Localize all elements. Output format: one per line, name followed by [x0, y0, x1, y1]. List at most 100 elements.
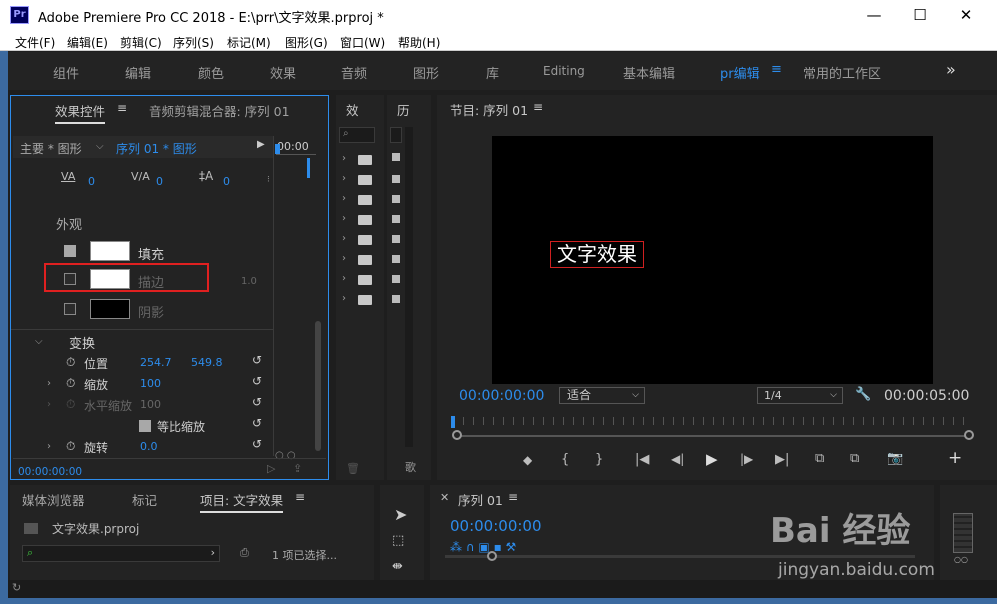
playhead-marker[interactable]: [275, 144, 280, 154]
workspace-overflow-icon[interactable]: »: [946, 60, 956, 79]
step-forward-icon[interactable]: |▶: [740, 452, 753, 466]
minimize-button[interactable]: —: [851, 0, 897, 31]
workspace-tab[interactable]: 组件: [53, 63, 79, 82]
lift-icon[interactable]: ⧉: [815, 451, 824, 466]
folder-icon[interactable]: [358, 175, 372, 185]
master-clip-label[interactable]: 主要 * 图形: [20, 140, 82, 157]
add-button-icon[interactable]: +: [948, 448, 962, 468]
chevron-right-icon[interactable]: ›: [342, 273, 346, 284]
chevron-right-icon[interactable]: ›: [342, 213, 346, 224]
trash-icon[interactable]: 🗑: [346, 462, 360, 475]
workspace-tab[interactable]: 基本编辑: [623, 63, 675, 82]
workspace-tab[interactable]: 颜色: [198, 63, 224, 82]
folder-icon[interactable]: [358, 275, 372, 285]
history-item-icon[interactable]: [392, 175, 400, 183]
wrench-icon[interactable]: 🔧: [855, 387, 871, 402]
menu-graphics[interactable]: 图形(G): [285, 34, 328, 51]
workspace-tab[interactable]: 图形: [413, 63, 439, 82]
reset-icon[interactable]: ↺: [252, 395, 262, 409]
workspace-tab[interactable]: Editing: [543, 64, 585, 78]
workspace-tab-active[interactable]: pr编辑: [720, 63, 760, 82]
stopwatch-icon[interactable]: ⏱: [66, 439, 75, 454]
reset-icon[interactable]: ↺: [252, 416, 262, 430]
history-item-icon[interactable]: [392, 215, 400, 223]
extract-icon[interactable]: ⧉: [850, 451, 859, 466]
mark-out-icon[interactable]: }: [595, 452, 603, 467]
program-monitor-title[interactable]: 节目: 序列 01: [450, 100, 528, 119]
folder-icon[interactable]: [358, 255, 372, 265]
uniform-scale-checkbox[interactable]: [139, 420, 151, 432]
project-search-input[interactable]: ⌕ ›: [22, 545, 220, 562]
workspace-tab[interactable]: 编辑: [125, 63, 151, 82]
zoom-handle-left[interactable]: [452, 430, 462, 440]
camera-icon[interactable]: 📷: [887, 451, 903, 466]
effects-tab[interactable]: 效: [346, 100, 359, 119]
more-dots-icon[interactable]: ⁝: [267, 175, 270, 185]
play-icon[interactable]: ▶: [706, 450, 718, 468]
go-to-out-icon[interactable]: ▶|: [775, 452, 789, 467]
panel-menu-icon[interactable]: ≡: [117, 101, 127, 115]
chevron-right-icon[interactable]: ›: [47, 399, 51, 410]
chevron-right-icon[interactable]: ›: [342, 193, 346, 204]
folder-icon[interactable]: [358, 215, 372, 225]
stopwatch-icon[interactable]: ⏱: [66, 376, 75, 391]
menu-help[interactable]: 帮助(H): [398, 34, 440, 51]
audio-mixer-tab[interactable]: 音频剪辑混合器: 序列 01: [149, 101, 290, 120]
mark-in-icon[interactable]: {: [561, 452, 569, 467]
effect-controls-timecode[interactable]: 00:00:00:00: [18, 466, 82, 478]
media-browser-tab[interactable]: 媒体浏览器: [22, 490, 85, 509]
history-item-icon[interactable]: [392, 153, 400, 161]
markers-tab[interactable]: 标记: [132, 490, 157, 509]
program-timecode[interactable]: 00:00:00:00: [459, 388, 544, 404]
workspace-tab[interactable]: 音频: [341, 63, 367, 82]
maximize-button[interactable]: ☐: [897, 0, 943, 31]
project-tab[interactable]: 项目: 文字效果: [200, 490, 284, 513]
panel-menu-icon[interactable]: ≡: [533, 100, 543, 114]
rotation-value[interactable]: 0.0: [140, 440, 158, 453]
resolution-dropdown[interactable]: 1/4 ⌵: [757, 387, 843, 404]
stroke-checkbox[interactable]: [64, 273, 76, 285]
overlay-text-box[interactable]: 文字效果: [550, 241, 644, 268]
sequence-clip-label[interactable]: 序列 01 * 图形: [116, 140, 197, 157]
zoom-bar[interactable]: [453, 435, 970, 437]
reset-icon[interactable]: ↺: [252, 437, 262, 451]
chevron-right-icon[interactable]: ›: [342, 253, 346, 264]
chevron-right-icon[interactable]: ›: [342, 173, 346, 184]
menu-marker[interactable]: 标记(M): [227, 34, 271, 51]
timeline-tool-icons[interactable]: ⁂ ∩ ▣ ▪ ⚒: [450, 540, 516, 554]
history-search-box[interactable]: [390, 127, 402, 143]
folder-icon[interactable]: [358, 155, 372, 165]
shadow-checkbox[interactable]: [64, 303, 76, 315]
kerning-value[interactable]: 0: [156, 175, 163, 188]
stopwatch-icon[interactable]: ⏱: [66, 397, 75, 412]
folder-icon[interactable]: [358, 235, 372, 245]
vertical-scrollbar[interactable]: [315, 321, 321, 451]
effect-controls-tab[interactable]: 效果控件: [55, 101, 106, 124]
filter-icon[interactable]: ▷: [267, 462, 275, 475]
history-item-icon[interactable]: [392, 275, 400, 283]
new-search-bin-icon[interactable]: ⎙: [240, 546, 249, 560]
track-select-tool-icon[interactable]: ⬚: [392, 533, 404, 548]
search-icon[interactable]: ⌕: [339, 127, 375, 143]
stroke-width-value[interactable]: 1.0: [241, 276, 257, 287]
close-button[interactable]: ✕: [943, 0, 989, 31]
timeline-tab[interactable]: 序列 01: [458, 490, 503, 509]
history-item-icon[interactable]: [392, 235, 400, 243]
leading-value[interactable]: 0: [223, 175, 230, 188]
stopwatch-icon[interactable]: ⏱: [66, 355, 75, 370]
history-tab[interactable]: 历: [397, 100, 410, 119]
shadow-color-swatch[interactable]: [90, 299, 130, 319]
chevron-right-icon[interactable]: ›: [47, 441, 51, 452]
time-ruler[interactable]: [453, 417, 970, 425]
panel-menu-icon[interactable]: ≡: [295, 490, 305, 504]
workspace-tab[interactable]: 库: [486, 63, 499, 82]
reset-icon[interactable]: ↺: [252, 374, 262, 388]
fill-color-swatch[interactable]: [90, 241, 130, 261]
sync-icon[interactable]: ↻: [12, 581, 21, 594]
workspace-tab[interactable]: 常用的工作区: [803, 63, 881, 82]
play-arrow-icon[interactable]: ▶: [257, 139, 265, 150]
selection-tool-icon[interactable]: ➤: [394, 505, 407, 524]
history-item-icon[interactable]: [392, 195, 400, 203]
ripple-edit-tool-icon[interactable]: ⇼: [392, 559, 403, 574]
program-playhead[interactable]: [451, 416, 455, 428]
